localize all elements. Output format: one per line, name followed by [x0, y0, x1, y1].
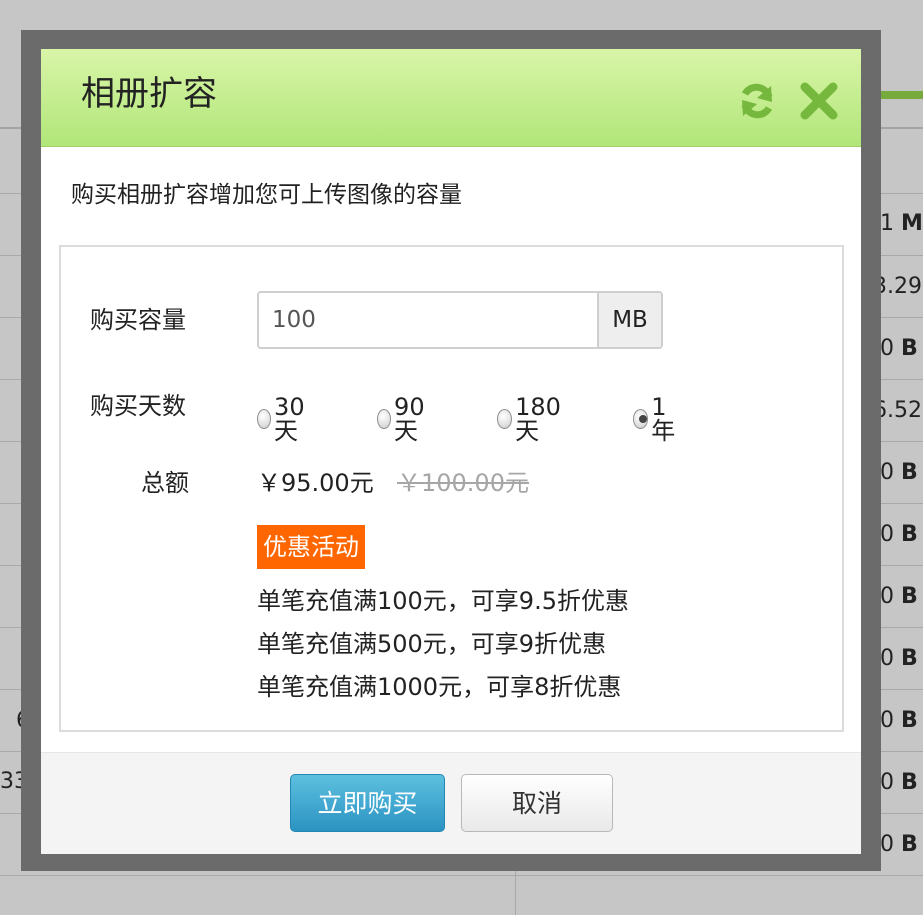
duration-label: 购买天数: [90, 392, 186, 420]
duration-option-90-days[interactable]: 90天: [377, 395, 431, 443]
capacity-label: 购买容量: [90, 306, 186, 334]
radio-button[interactable]: [257, 409, 272, 429]
duration-option-180-days[interactable]: 180天: [497, 395, 566, 443]
refresh-icon[interactable]: [736, 80, 778, 122]
dialog-title: 相册扩容: [81, 74, 217, 114]
radio-button[interactable]: [497, 409, 513, 429]
duration-option-label: 180天: [515, 393, 561, 445]
discounted-price: ￥95.00元: [257, 469, 374, 497]
background-row-line: [0, 875, 923, 876]
expand-album-dialog: 相册扩容 购买相册扩容增加您可上传图像的容量 购买容量 MB 购买天数: [41, 49, 861, 854]
original-price: ￥100.00元: [397, 469, 529, 497]
dialog-footer: 立即购买 取消: [41, 752, 861, 854]
promo-line: 单笔充值满1000元，可享8折优惠: [257, 673, 622, 701]
duration-option-30-days[interactable]: 30天: [257, 395, 311, 443]
duration-option-label: 1年: [651, 393, 676, 445]
promo-badge: 优惠活动: [257, 525, 365, 569]
promo-line: 单笔充值满500元，可享9折优惠: [257, 630, 607, 658]
duration-option-label: 30天: [274, 393, 305, 445]
radio-button-selected[interactable]: [633, 409, 649, 429]
capacity-unit-addon: MB: [597, 293, 661, 347]
buy-now-button[interactable]: 立即购买: [290, 774, 445, 832]
duration-option-1-year[interactable]: 1年: [633, 395, 680, 443]
capacity-input[interactable]: [259, 293, 597, 347]
dialog-header: 相册扩容: [41, 49, 861, 147]
close-icon[interactable]: [798, 80, 840, 122]
promo-line: 单笔充值满100元，可享9.5折优惠: [257, 587, 629, 615]
duration-option-label: 90天: [394, 393, 425, 445]
capacity-input-group: MB: [257, 291, 663, 349]
cancel-button[interactable]: 取消: [461, 774, 613, 832]
purchase-form: 购买容量 MB 购买天数 30天 90天 180天 1年 总额: [59, 245, 844, 732]
total-label: 总额: [141, 469, 189, 497]
radio-button[interactable]: [377, 409, 392, 429]
dialog-intro-text: 购买相册扩容增加您可上传图像的容量: [71, 182, 462, 208]
